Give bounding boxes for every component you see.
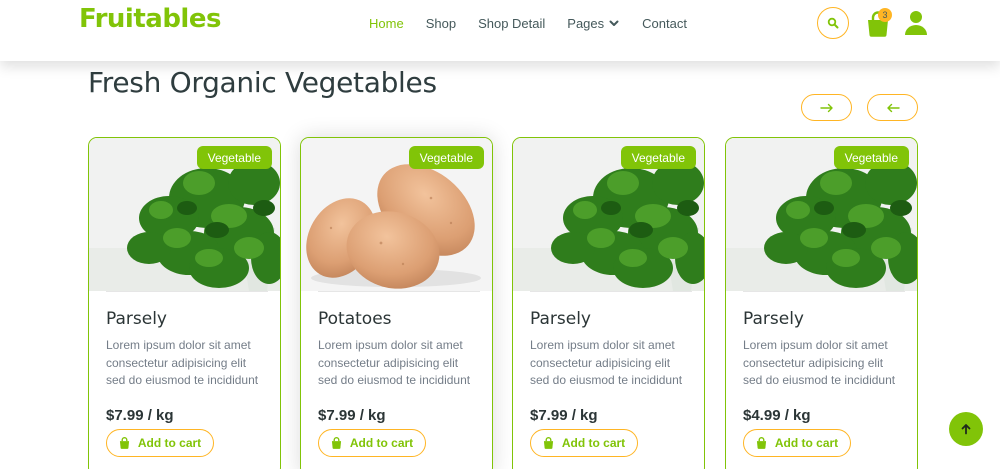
nav-contact[interactable]: Contact <box>642 15 687 31</box>
product-price: $7.99 / kg <box>318 406 386 424</box>
nav-pages[interactable]: Pages <box>567 15 620 31</box>
brand-logo[interactable]: Fruitables <box>79 4 221 34</box>
add-to-cart-button[interactable]: Add to cart <box>530 428 638 457</box>
back-to-top-button[interactable] <box>949 412 983 446</box>
product-card[interactable]: Vegetable Parsely Lorem ipsum dolor sit … <box>88 137 281 469</box>
main-nav: Home Shop Shop Detail Pages Contact <box>369 15 709 31</box>
nav-pages-label: Pages <box>567 15 605 31</box>
shopping-bag-icon <box>756 436 766 449</box>
arrow-up-icon <box>961 424 971 435</box>
carousel-prev-button[interactable] <box>867 94 918 121</box>
nav-shop[interactable]: Shop <box>426 15 456 31</box>
add-to-cart-button[interactable]: Add to cart <box>743 428 851 457</box>
product-name: Potatoes <box>318 309 392 329</box>
nav-shop-detail[interactable]: Shop Detail <box>478 15 545 31</box>
product-description: Lorem ipsum dolor sit amet consectetur a… <box>530 338 683 387</box>
product-price: $7.99 / kg <box>530 406 598 424</box>
search-icon <box>827 17 839 29</box>
product-price: $7.99 / kg <box>106 406 174 424</box>
product-card-body: Parsely Lorem ipsum dolor sit amet conse… <box>106 291 268 457</box>
product-card[interactable]: Vegetable Parsely Lorem ipsum dolor sit … <box>725 137 918 469</box>
cart-count-badge: 3 <box>878 8 892 22</box>
shopping-bag-icon <box>119 436 129 449</box>
nav-home[interactable]: Home <box>369 15 404 31</box>
section-title: Fresh Organic Vegetables <box>88 66 437 99</box>
user-icon[interactable] <box>904 10 928 36</box>
arrow-right-icon <box>819 103 833 112</box>
add-to-cart-label: Add to cart <box>137 435 202 450</box>
product-description: Lorem ipsum dolor sit amet consectetur a… <box>318 338 471 387</box>
arrow-left-icon <box>886 103 900 112</box>
category-badge: Vegetable <box>196 146 272 169</box>
product-description: Lorem ipsum dolor sit amet consectetur a… <box>743 338 896 387</box>
product-name: Parsely <box>530 309 591 329</box>
category-badge: Vegetable <box>408 146 484 169</box>
add-to-cart-button[interactable]: Add to cart <box>318 428 426 457</box>
carousel-next-button[interactable] <box>801 94 852 121</box>
shopping-bag-icon <box>331 436 341 449</box>
product-price: $4.99 / kg <box>743 406 811 424</box>
product-name: Parsely <box>106 309 167 329</box>
product-card-body: Parsely Lorem ipsum dolor sit amet conse… <box>743 291 905 457</box>
shopping-bag-icon <box>543 436 553 449</box>
product-card[interactable]: Vegetable Parsely Lorem ipsum dolor sit … <box>512 137 705 469</box>
product-card[interactable]: Vegetable Potatoes Lorem ipsum dolor sit… <box>300 137 493 469</box>
search-button[interactable] <box>817 7 849 39</box>
add-to-cart-label: Add to cart <box>774 435 839 450</box>
category-badge: Vegetable <box>620 146 696 169</box>
navbar: Fruitables Home Shop Shop Detail Pages C… <box>0 0 1000 61</box>
add-to-cart-label: Add to cart <box>561 435 626 450</box>
product-card-body: Potatoes Lorem ipsum dolor sit amet cons… <box>318 291 480 457</box>
chevron-down-icon <box>609 20 619 26</box>
add-to-cart-button[interactable]: Add to cart <box>106 428 214 457</box>
category-badge: Vegetable <box>833 146 909 169</box>
add-to-cart-label: Add to cart <box>349 435 414 450</box>
product-card-body: Parsely Lorem ipsum dolor sit amet conse… <box>530 291 692 457</box>
product-description: Lorem ipsum dolor sit amet consectetur a… <box>106 338 259 387</box>
product-name: Parsely <box>743 309 804 329</box>
